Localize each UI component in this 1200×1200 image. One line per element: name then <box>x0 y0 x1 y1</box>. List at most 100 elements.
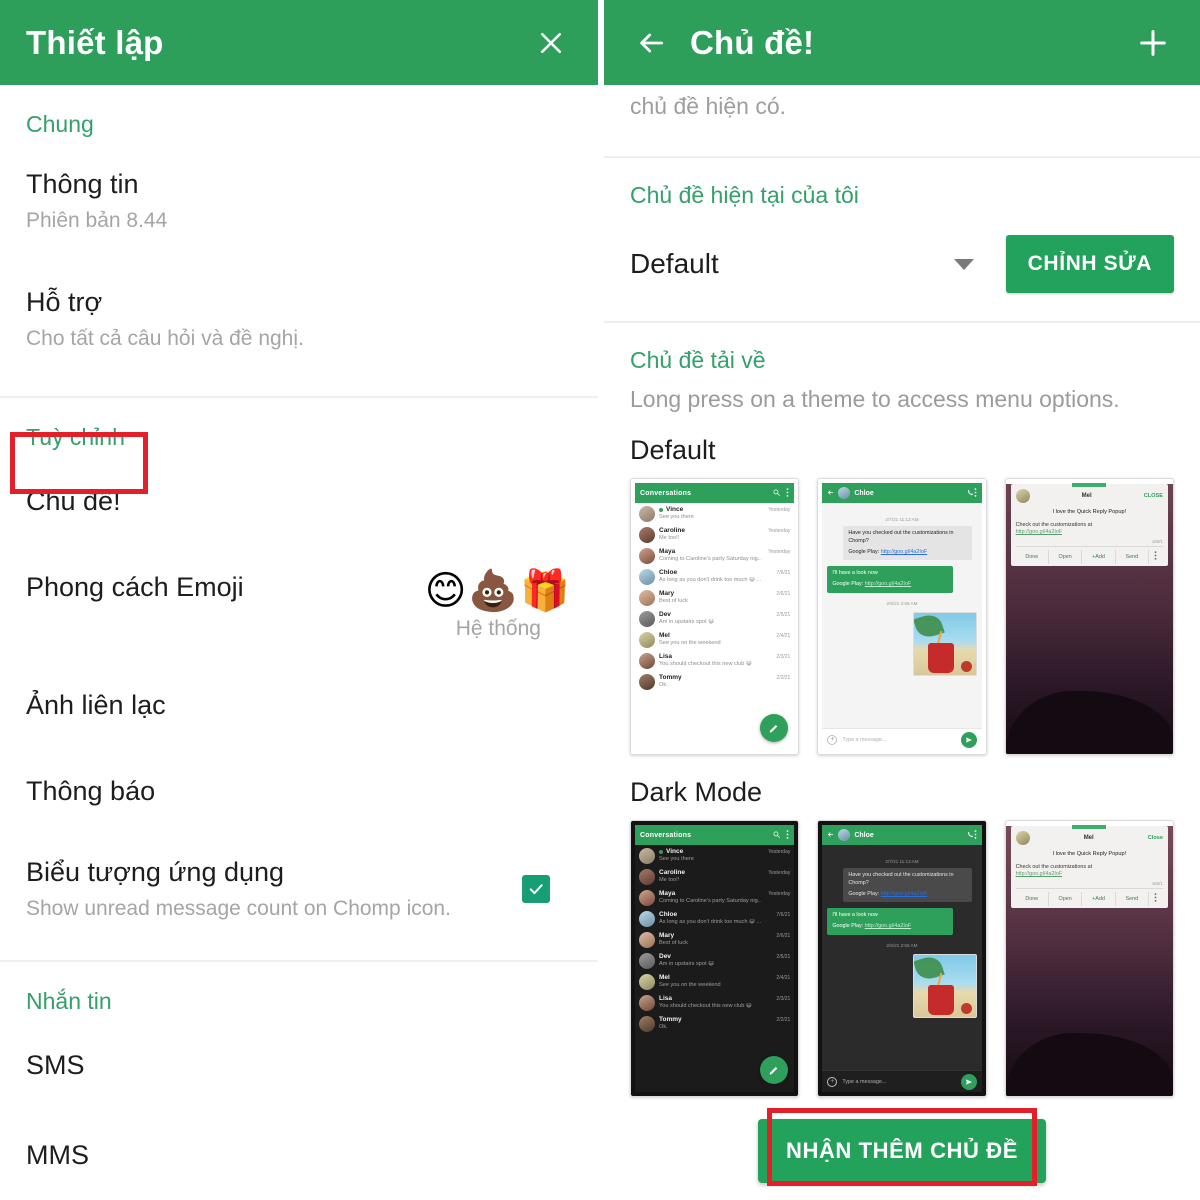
quick-reply-contact: Mel <box>1081 493 1092 499</box>
avatar <box>1015 831 1030 845</box>
setting-subtitle: Cho tất cả câu hỏi và đề nghị. <box>26 326 304 350</box>
quick-reply-action-send: Send <box>1116 891 1149 906</box>
list-item: Mel 2/4/21 See you on the weekend <box>635 971 794 992</box>
settings-list: Chung Thông tin Phiên bản 8.44 Hỗ trợ Ch… <box>0 85 598 1200</box>
setting-row-emoji-style[interactable]: Phong cách Emoji 😊💩🎁 Hệ thống <box>0 549 598 663</box>
emoji-style-value: Hệ thống <box>455 616 541 640</box>
plus-circle-icon: + <box>827 1076 838 1087</box>
get-more-themes-button[interactable]: NHẬN THÊM CHỦ ĐỀ <box>757 1119 1047 1183</box>
more-vert-icon <box>1149 889 1163 908</box>
quick-reply-subtext: Check out the customizations at <box>1015 864 1093 870</box>
setting-row-theme[interactable]: Chủ đề! <box>0 455 598 549</box>
chat-input-bar[interactable]: + Type a message... <box>822 1070 982 1092</box>
more-vert-icon <box>974 829 977 841</box>
list-item: Mary 2/6/21 Best of luck <box>635 929 794 950</box>
chat-input-bar[interactable]: + Type a message... <box>822 728 982 750</box>
quick-reply-message: I love the Quick Reply Popup! <box>1052 851 1127 857</box>
avatar <box>1015 489 1030 503</box>
quick-reply-message: I love the Quick Reply Popup! <box>1052 509 1127 515</box>
chat-input-placeholder: Type a message... <box>842 736 887 743</box>
setting-row-info[interactable]: Thông tin Phiên bản 8.44 <box>0 142 598 260</box>
setting-row-sms[interactable]: SMS <box>0 1019 598 1113</box>
phone-icon <box>967 489 974 498</box>
theme-thumbnail-quick-reply-dark[interactable]: Mel Close I love the Quick Reply Popup! … <box>1004 820 1174 1097</box>
section-header-messaging: Nhắn tin <box>26 988 112 1015</box>
chat-timestamp: 2/7/21 11:13 AM <box>885 859 919 864</box>
thumb-conversation-list: Vince Yesterday See you there Caroline Yest… <box>635 503 795 750</box>
chat-timestamp: 2/6/21 2:56 AM <box>886 601 918 607</box>
chevron-down-icon <box>953 258 974 270</box>
settings-panel: Thiết lập Chung Thông tin Phiên bản 8.44… <box>0 0 598 1200</box>
chat-bubble-outgoing: I'll have a look now Google Play: http:/… <box>827 908 953 936</box>
setting-row-notifications[interactable]: Thông báo <box>0 749 598 835</box>
avatar <box>838 487 851 499</box>
more-vert-icon <box>974 487 977 499</box>
get-more-themes-wrap: NHẬN THÊM CHỦ ĐỀ <box>604 1119 1200 1183</box>
setting-title: Biểu tượng ứng dụng <box>26 857 285 888</box>
chat-timestamp: 2/7/21 11:13 AM <box>885 517 919 522</box>
emoji-glyphs: 😊💩🎁 <box>424 567 572 614</box>
theme-select-value: Default <box>630 248 719 279</box>
thumb-chat-contact: Chloe <box>854 831 874 839</box>
send-icon <box>960 1073 977 1090</box>
theme-thumbnail-chat-dark[interactable]: Chloe 2/7/21 11:13 AM Have you checked o… <box>817 820 987 1097</box>
thumb-chat-contact: Chloe <box>854 489 874 497</box>
phone-icon <box>967 831 974 840</box>
chat-timestamp: 2/6/21 2:56 AM <box>886 943 918 949</box>
theme-thumbnail-conversations-dark[interactable]: Conversations Vince Yesterday See you ther… <box>630 820 800 1097</box>
thumb-chat-appbar: Chloe <box>822 483 982 503</box>
setting-row-support[interactable]: Hỗ trợ Cho tất cả câu hỏi và đề nghị. <box>0 260 598 378</box>
quick-reply-card: Mel Close I love the Quick Reply Popup! … <box>1010 825 1168 909</box>
thumb-chat-body: 2/7/21 11:13 AM Have you checked out the… <box>822 503 982 750</box>
setting-title: Phong cách Emoji <box>26 571 244 602</box>
page-title: Chủ đề! <box>690 23 815 61</box>
quick-reply-card: Mel CLOSE I love the Quick Reply Popup! … <box>1010 483 1168 567</box>
page-title: Thiết lập <box>26 23 164 61</box>
section-header-general: Chung <box>26 111 94 137</box>
chat-link: http://goo.gl/4a2IoF <box>880 890 928 897</box>
close-icon[interactable] <box>528 20 574 66</box>
plus-circle-icon: + <box>827 734 838 745</box>
quick-reply-action-done: Done <box>1016 549 1049 564</box>
thumb-appbar-title: Conversations <box>640 489 692 497</box>
quick-reply-action-send: Send <box>1116 549 1149 564</box>
edit-theme-button[interactable]: CHỈNH SỬA <box>1005 235 1174 293</box>
list-item: Caroline Yesterday Me too!! <box>635 524 794 545</box>
thumb-appbar-title: Conversations <box>640 831 692 839</box>
more-vert-icon <box>786 829 789 841</box>
list-item: Vince Yesterday See you there <box>635 845 794 866</box>
setting-title: Ảnh liên lạc <box>26 689 166 720</box>
setting-row-app-icon[interactable]: Biểu tượng ứng dụng Show unread message … <box>0 834 598 942</box>
thumb-conversation-list: Vince Yesterday See you there Caroline Yest… <box>635 845 795 1092</box>
downloaded-themes-hint: Long press on a theme to access menu opt… <box>630 386 1120 412</box>
app-icon-checkbox[interactable] <box>522 875 550 904</box>
quick-reply-action-open: Open <box>1049 549 1083 564</box>
theme-thumbnail-conversations[interactable]: Conversations Vince Yesterday See you ther… <box>630 478 800 755</box>
list-item: Lisa 2/3/21 You should checkout this new c… <box>635 992 794 1013</box>
send-icon <box>960 731 977 748</box>
list-item: Caroline Yesterday Me too!! <box>635 866 794 887</box>
chat-image-attachment <box>912 954 977 1019</box>
section-header-customization: Tuỳ chỉnh <box>26 424 125 451</box>
themes-appbar: Chủ đề! <box>604 0 1200 85</box>
list-item: Vince Yesterday See you there <box>635 503 794 524</box>
themes-panel: Chủ đề! chủ đề hiện có. Chủ đề hiện tại … <box>604 0 1200 1200</box>
theme-select[interactable]: Default <box>630 248 996 280</box>
chat-link: http://goo.gl/4a2IoF <box>864 923 912 930</box>
theme-preview-row-dark: Conversations Vince Yesterday See you ther… <box>604 820 1200 1097</box>
list-item: Chloe 7/6/21 As long as you don't drink to… <box>635 566 794 587</box>
chat-bubble-incoming: Have you checked out the customizations … <box>843 526 972 561</box>
theme-thumbnail-chat[interactable]: Chloe 2/7/21 11:13 AM Have you checked o… <box>817 478 987 755</box>
search-icon <box>773 488 781 498</box>
setting-row-contact-photo[interactable]: Ảnh liên lạc <box>0 663 598 749</box>
chat-link: http://goo.gl/4a2IoF <box>864 581 912 588</box>
chat-bubble-outgoing: I'll have a look now Google Play: http:/… <box>827 566 953 594</box>
screenshot-root: Thiết lập Chung Thông tin Phiên bản 8.44… <box>0 0 1200 1200</box>
theme-preview-row-default: Conversations Vince Yesterday See you ther… <box>604 478 1200 755</box>
back-arrow-icon[interactable] <box>628 20 674 66</box>
quick-reply-link: http://goo.gl/4a2IoF <box>1015 529 1063 536</box>
plus-icon[interactable] <box>1130 20 1176 66</box>
setting-title: MMS <box>26 1140 89 1171</box>
theme-thumbnail-quick-reply[interactable]: Mel CLOSE I love the Quick Reply Popup! … <box>1004 478 1174 755</box>
setting-row-mms[interactable]: MMS <box>0 1113 598 1199</box>
